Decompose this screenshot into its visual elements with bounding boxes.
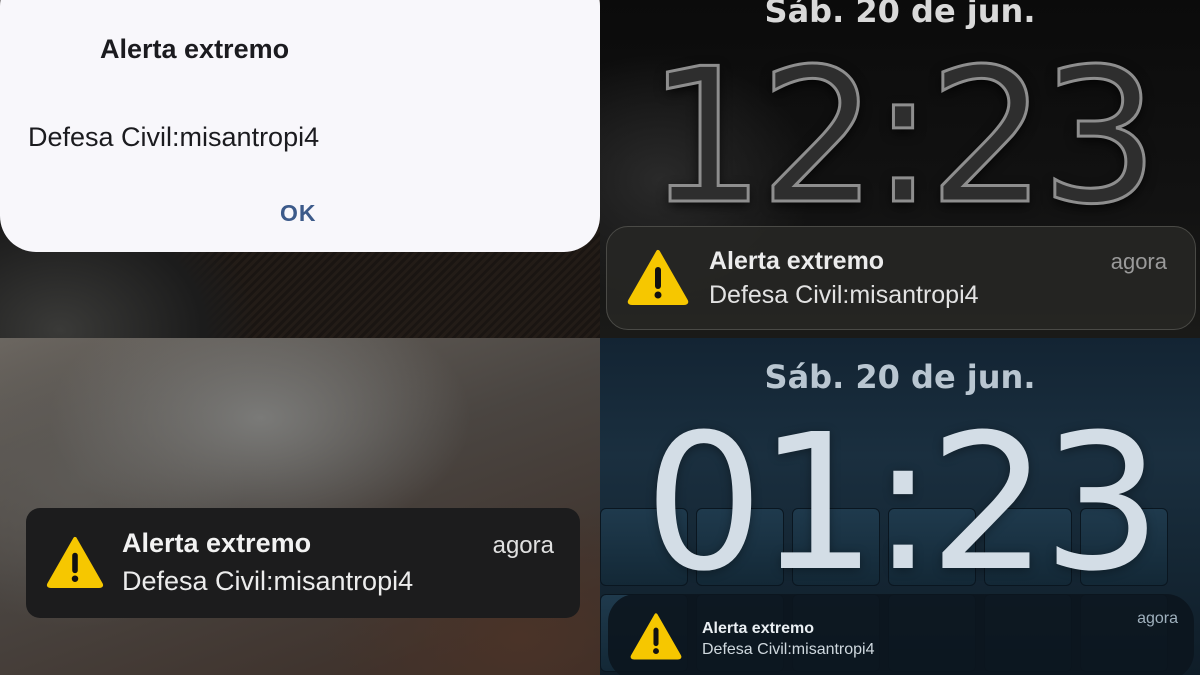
dialog-message: Defesa Civil:misantropi4 (28, 122, 320, 152)
warning-triangle-icon (46, 536, 104, 588)
notification-time: agora (1110, 249, 1167, 274)
notification-body: Defesa Civil:misantropi4 (122, 566, 414, 596)
lockscreen-date: Sáb. 20 de jun. (764, 358, 1036, 396)
lockscreen-dark-panel: Sáb. 20 de jun. 12:23 Alerta extremo Def… (600, 0, 1200, 338)
ok-button[interactable]: OK (280, 200, 317, 227)
notification-time: agora (1137, 610, 1178, 627)
lockscreen-blue-panel: Sáb. 20 de jun. 01:23 Alerta extremo Def… (600, 338, 1200, 675)
lockscreen-clock: 12:23 (645, 27, 1160, 247)
notification-body: Defesa Civil:misantropi4 (709, 281, 979, 309)
warning-triangle-icon (627, 250, 689, 305)
notification-title: Alerta extremo (702, 620, 815, 637)
alert-dialog: Alerta extremo Defesa Civil:misantropi4 … (0, 0, 600, 252)
lockscreen-date: Sáb. 20 de jun. (764, 0, 1036, 30)
alert-notification[interactable]: Alerta extremo Defesa Civil:misantropi4 … (606, 226, 1196, 330)
notification-title: Alerta extremo (122, 528, 312, 558)
alert-notification[interactable]: Alerta extremo Defesa Civil:misantropi4 … (608, 594, 1194, 675)
warning-triangle-icon (630, 613, 682, 660)
lockscreen-clock: 01:23 (644, 394, 1162, 613)
notification-body: Defesa Civil:misantropi4 (702, 641, 875, 658)
notification-title: Alerta extremo (709, 247, 885, 275)
alert-banner[interactable]: Alerta extremo Defesa Civil:misantropi4 … (26, 508, 580, 618)
dialog-title: Alerta extremo (100, 34, 290, 64)
android-alert-panel: Alerta extremo Defesa Civil:misantropi4 … (0, 0, 600, 338)
banner-panel: Alerta extremo Defesa Civil:misantropi4 … (0, 338, 600, 675)
notification-time: agora (492, 532, 554, 559)
